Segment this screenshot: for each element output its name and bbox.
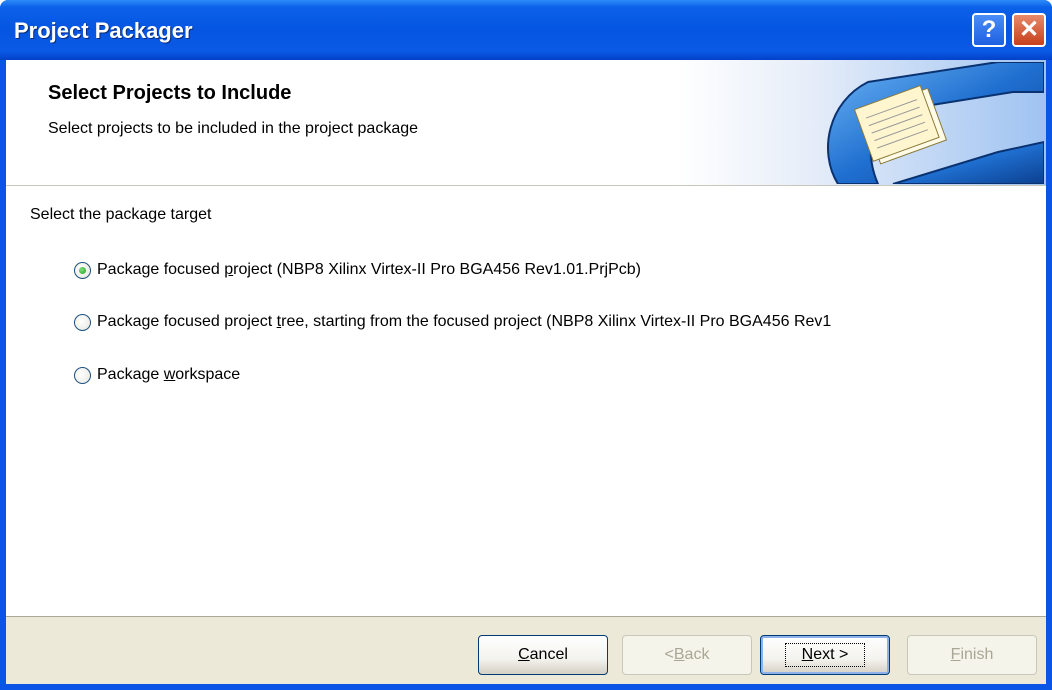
cancel-button[interactable]: Cancel [478, 635, 608, 675]
title-bar[interactable]: Project Packager ? ✕ [0, 0, 1052, 60]
close-button[interactable]: ✕ [1012, 13, 1046, 47]
page-title: Select Projects to Include [48, 82, 292, 104]
dialog-client-area: Select Projects to Include Select projec… [6, 60, 1046, 684]
option-package-focused-project[interactable]: Package focused project (NBP8 Xilinx Vir… [74, 258, 641, 282]
project-packager-window: Project Packager ? ✕ Select Projects to … [0, 0, 1052, 690]
clamp-with-documents-icon [827, 62, 1044, 184]
window-title: Project Packager [14, 18, 193, 43]
radio-button[interactable] [74, 366, 91, 384]
finish-button[interactable]: Finish [907, 635, 1037, 675]
wizard-header: Select Projects to Include Select projec… [6, 60, 1046, 186]
help-button[interactable]: ? [972, 13, 1006, 47]
option-package-workspace[interactable]: Package workspace [74, 363, 240, 387]
option-label: Package focused project tree, starting f… [97, 313, 832, 330]
option-label: Package focused project (NBP8 Xilinx Vir… [97, 261, 641, 278]
radio-button[interactable] [74, 313, 91, 331]
option-label: Package workspace [97, 366, 241, 383]
help-icon: ? [981, 16, 997, 43]
page-subtitle: Select projects to be included in the pr… [48, 120, 419, 137]
radio-button-checked[interactable] [74, 261, 91, 279]
next-button[interactable]: Next > [760, 635, 890, 675]
option-package-project-tree[interactable]: Package focused project tree, starting f… [74, 310, 831, 334]
package-target-label: Select the package target [30, 206, 212, 223]
close-icon: ✕ [1018, 16, 1040, 43]
button-bar: Cancel < Back Next > Finish [6, 616, 1046, 684]
back-button[interactable]: < Back [622, 635, 752, 675]
